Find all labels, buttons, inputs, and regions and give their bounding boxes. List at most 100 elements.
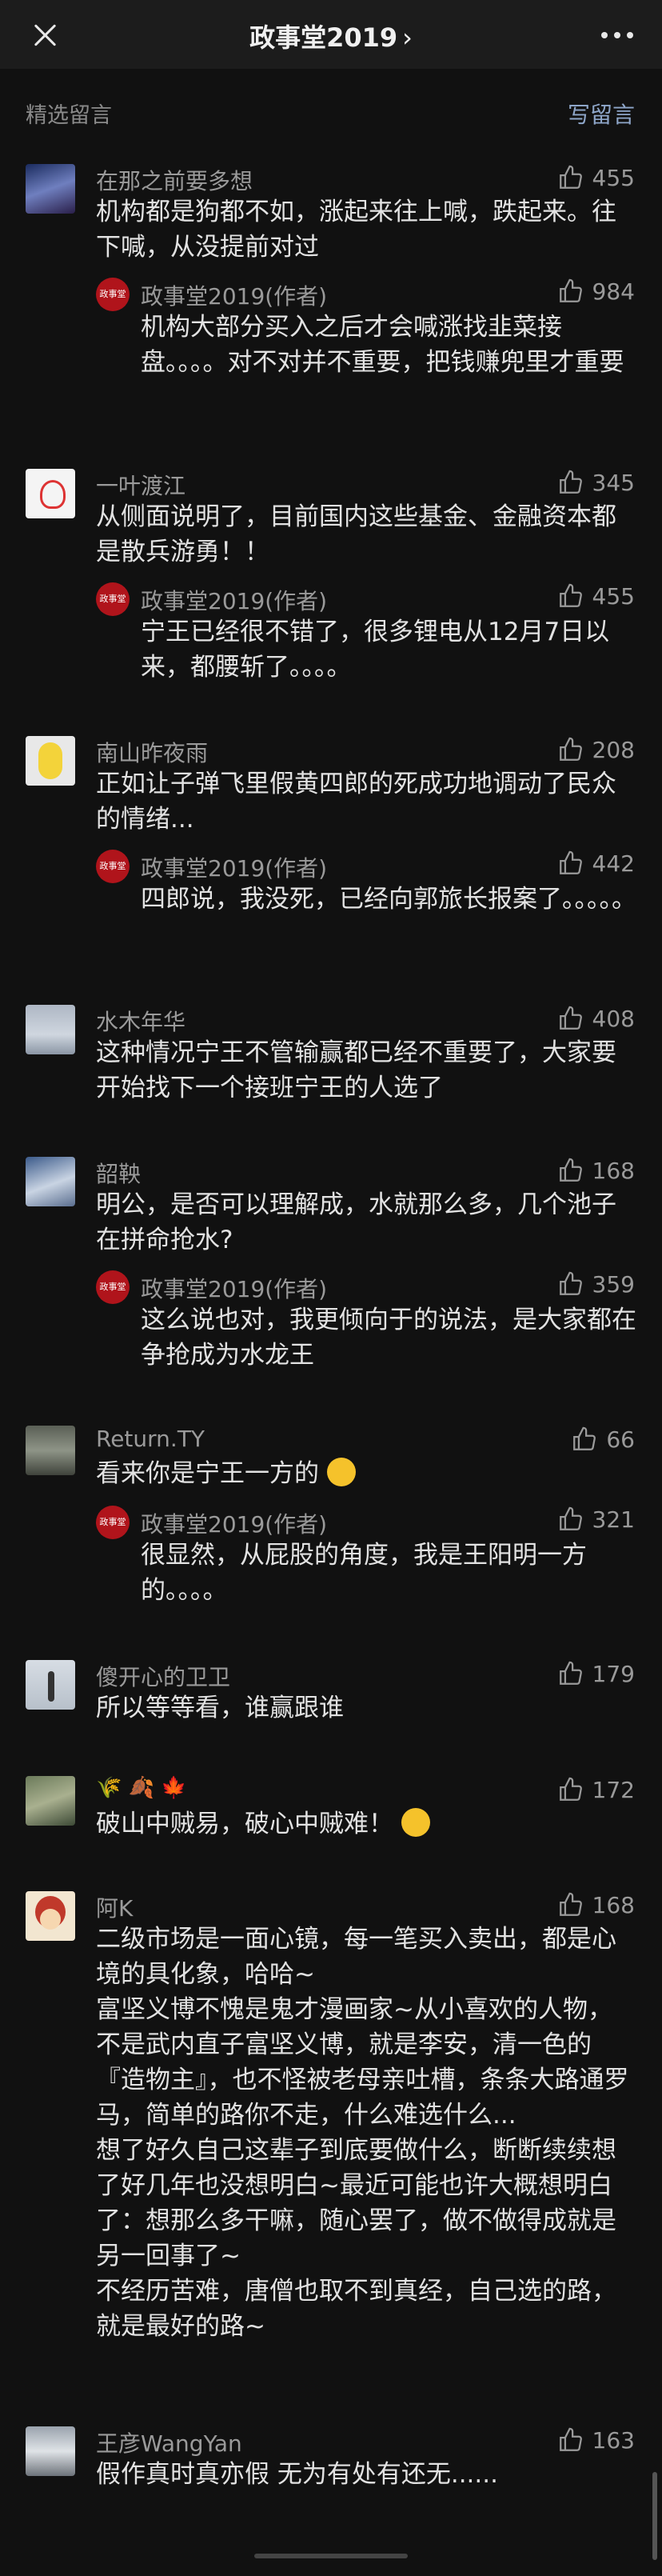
like-count: 172 <box>592 1776 635 1803</box>
author-avatar: 政事堂 <box>96 1506 130 1539</box>
comment-author[interactable]: Return.TY <box>96 1426 205 1452</box>
avatar[interactable] <box>26 164 75 214</box>
like-button[interactable]: 179 <box>557 1660 635 1687</box>
like-button[interactable]: 163 <box>557 2426 635 2454</box>
comment-author[interactable]: 傻开心的卫卫 <box>96 1660 230 1692</box>
comment-text: 所以等等看，谁赢跟谁 <box>96 1694 344 1722</box>
like-count: 442 <box>592 850 635 877</box>
like-button[interactable]: 208 <box>557 736 635 763</box>
like-count: 208 <box>592 736 635 763</box>
like-count: 455 <box>592 164 635 191</box>
comment-text: 这种情况宁王不管输赢都已经不重要了，大家要开始找下一个接班宁王的人选了 <box>96 1038 616 1102</box>
avatar[interactable] <box>26 1005 75 1054</box>
like-count: 321 <box>592 1506 635 1533</box>
comment-author[interactable]: 水木年华 <box>96 1005 185 1037</box>
thumbs-up-icon <box>559 1661 582 1685</box>
avatar[interactable] <box>26 1891 75 1941</box>
comment-text: 正如让子弹飞里假黄四郎的死成功地调动了民众的情绪... <box>96 770 616 834</box>
thumbs-up-icon <box>559 1271 582 1295</box>
thumbs-up-icon <box>559 1892 582 1916</box>
comment-author[interactable]: 南山昨夜雨 <box>96 736 208 768</box>
like-count: 359 <box>592 1270 635 1298</box>
like-count: 179 <box>592 1660 635 1687</box>
like-count: 163 <box>592 2426 635 2454</box>
thumbs-up-icon <box>559 737 582 761</box>
comment-author[interactable]: 在那之前要多想 <box>96 164 253 196</box>
avatar[interactable] <box>26 1776 75 1826</box>
like-button[interactable]: 442 <box>557 850 635 877</box>
leaves-icon: 🍂 <box>128 1776 155 1800</box>
comment-text: 看来你是宁王一方的 <box>96 1459 319 1488</box>
thumbs-up-icon <box>559 2427 582 2451</box>
like-count: 345 <box>592 469 635 496</box>
like-button[interactable]: 168 <box>557 1157 635 1184</box>
like-button[interactable]: 408 <box>557 1005 635 1032</box>
reply-text: 这么说也对，我更倾向于的说法，是大家都在争抢成为水龙王 <box>141 1306 636 1370</box>
chevron-right-icon: › <box>402 22 413 53</box>
comment-author-emoji-name[interactable]: 🌾 🍂 🍁 <box>96 1776 187 1800</box>
author-avatar: 政事堂 <box>96 278 130 311</box>
comment-text-container: 看来你是宁王一方的 <box>96 1456 636 1491</box>
like-count: 408 <box>592 1005 635 1032</box>
like-button[interactable]: 455 <box>557 164 635 191</box>
author-avatar: 政事堂 <box>96 1270 130 1304</box>
reply-author[interactable]: 政事堂2019(作者) <box>141 584 327 616</box>
avatar[interactable] <box>26 1426 75 1475</box>
page-title[interactable]: 政事堂2019 › <box>0 18 662 54</box>
like-button[interactable]: 321 <box>557 1506 635 1533</box>
like-count: 984 <box>592 278 635 305</box>
like-button[interactable]: 359 <box>557 1270 635 1298</box>
wheat-icon: 🌾 <box>96 1776 122 1800</box>
avatar[interactable] <box>26 736 75 786</box>
maple-leaf-icon: 🍁 <box>161 1776 187 1800</box>
account-name: 政事堂2019 <box>249 22 398 53</box>
thumbs-up-icon <box>559 850 582 874</box>
comment-text: 破山中贼易，破心中贼难！ <box>96 1810 393 1838</box>
comments-section-header: 精选留言 写留言 <box>0 88 662 136</box>
thumbs-up-icon <box>559 165 582 189</box>
comment-text: 机构都是狗都不如，涨起来往上喊，跌起来。往下喊，从没提前对过 <box>96 198 616 262</box>
comment-text: 从侧面说明了，目前国内这些基金、金融资本都是散兵游勇！！ <box>96 502 616 566</box>
comment-author[interactable]: 韶鞅 <box>96 1157 141 1189</box>
like-count: 168 <box>592 1157 635 1184</box>
top-bar: 政事堂2019 › <box>0 0 662 69</box>
thumbs-up-icon <box>573 1426 596 1450</box>
like-button[interactable]: 168 <box>557 1891 635 1918</box>
like-count: 66 <box>606 1426 635 1453</box>
like-button[interactable]: 345 <box>557 469 635 496</box>
scrollbar[interactable] <box>652 2472 657 2560</box>
like-button[interactable]: 66 <box>571 1426 635 1453</box>
reply-author[interactable]: 政事堂2019(作者) <box>141 279 327 311</box>
comment-text: 明公，是否可以理解成，水就那么多，几个池子在拼命抢水? <box>96 1190 616 1254</box>
reply-author[interactable]: 政事堂2019(作者) <box>141 851 327 883</box>
more-icon[interactable] <box>601 32 633 38</box>
thumbs-up-icon <box>559 1506 582 1530</box>
comment-author[interactable]: 一叶渡江 <box>96 469 185 501</box>
thumbs-up-icon <box>559 1158 582 1182</box>
write-comment-button[interactable]: 写留言 <box>568 98 635 130</box>
like-count: 455 <box>592 582 635 610</box>
comment-text: 二级市场是一面心镜，每一笔买入卖出，都是心境的具化象，哈哈~ 富坚义博不愧是鬼才… <box>96 1925 629 2341</box>
reply-text: 机构大部分买入之后才会喊涨找韭菜接盘。。。。对不对并不重要，把钱赚兜里才重要 <box>141 313 624 377</box>
like-button[interactable]: 172 <box>557 1776 635 1803</box>
reply-author[interactable]: 政事堂2019(作者) <box>141 1272 327 1304</box>
thumbs-up-icon <box>559 1777 582 1801</box>
avatar[interactable] <box>26 2426 75 2476</box>
thumbs-up-icon <box>559 278 582 302</box>
home-indicator <box>254 2554 408 2558</box>
reply-text: 很显然，从屁股的角度，我是王阳明一方的。。。。 <box>141 1541 587 1605</box>
tongue-emoji-icon <box>401 1808 430 1837</box>
thumbs-up-icon <box>559 583 582 607</box>
avatar[interactable] <box>26 1157 75 1206</box>
reply-text: 四郎说，我没死，已经向郭旅长报案了。。。。。 <box>141 885 636 914</box>
reply-text: 宁王已经很不错了，很多锂电从12月7日以来，都腰斩了。。。。 <box>141 618 610 682</box>
comment-text: 假作真时真亦假 无为有处有还无...... <box>96 2460 498 2489</box>
comment-author[interactable]: 王彦WangYan <box>96 2426 242 2458</box>
avatar[interactable] <box>26 469 75 518</box>
avatar[interactable] <box>26 1660 75 1710</box>
like-button[interactable]: 455 <box>557 582 635 610</box>
reply-author[interactable]: 政事堂2019(作者) <box>141 1507 327 1539</box>
like-button[interactable]: 984 <box>557 278 635 305</box>
featured-comments-label: 精选留言 <box>26 103 112 128</box>
comment-author[interactable]: 阿K <box>96 1891 133 1923</box>
